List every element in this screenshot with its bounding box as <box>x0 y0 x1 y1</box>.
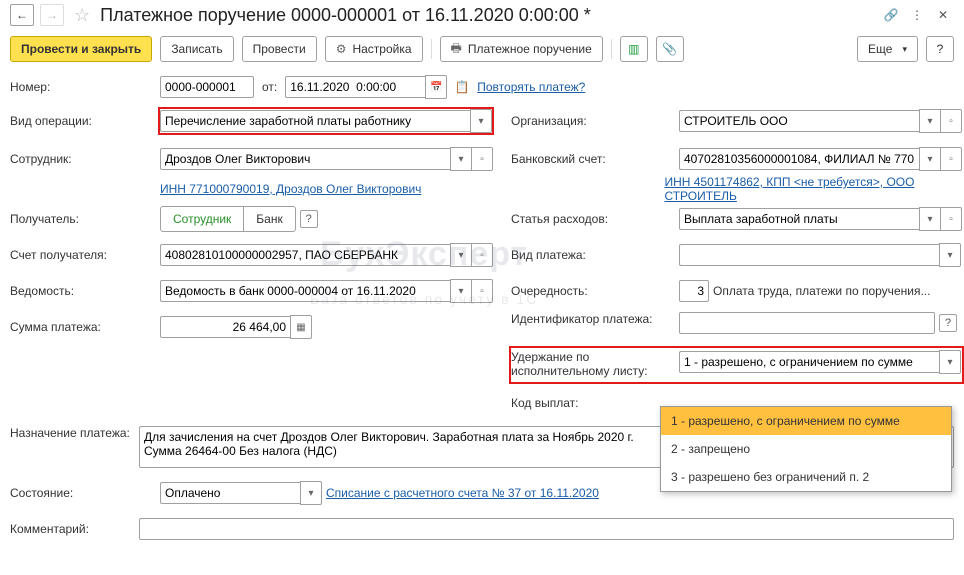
page-title: Платежное поручение 0000-000001 от 16.11… <box>100 5 874 26</box>
open-icon[interactable]: ▫ <box>941 207 962 231</box>
chevron-down-icon[interactable]: ▾ <box>939 243 961 267</box>
chevron-down-icon[interactable]: ▾ <box>450 279 472 303</box>
post-button[interactable]: Провести <box>242 36 317 62</box>
pay-type-label: Вид платежа: <box>511 248 679 262</box>
chevron-down-icon[interactable]: ▾ <box>919 109 941 133</box>
date-input[interactable] <box>285 76 425 98</box>
state-link[interactable]: Списание с расчетного счета № 37 от 16.1… <box>326 486 599 500</box>
toggle-bank[interactable]: Банк <box>243 207 294 231</box>
gear-icon: ⚙ <box>336 42 347 56</box>
attachment-button[interactable]: 📎 <box>656 36 684 62</box>
expense-label: Статья расходов: <box>511 212 679 226</box>
writ-label: Удержание по исполнительному листу: <box>511 350 679 378</box>
help-button[interactable]: ? <box>926 36 954 62</box>
state-label: Состояние: <box>10 486 160 500</box>
more-button[interactable]: Еще▾ <box>857 36 918 62</box>
operation-type-label: Вид операции: <box>10 114 160 128</box>
settings-button[interactable]: ⚙Настройка <box>325 36 423 62</box>
nav-forward-button[interactable]: → <box>40 4 64 26</box>
help-icon[interactable]: ? <box>939 314 957 332</box>
inn-left-link[interactable]: ИНН 771000790019, Дроздов Олег Викторови… <box>160 182 421 196</box>
rec-account-input[interactable] <box>160 244 450 266</box>
help-icon[interactable]: ? <box>300 210 318 228</box>
close-icon[interactable]: ✕ <box>932 5 954 25</box>
comment-input[interactable] <box>139 518 954 540</box>
repeat-payment-link[interactable]: Повторять платеж? <box>477 80 585 94</box>
recipient-toggle[interactable]: Сотрудник Банк <box>160 206 296 232</box>
employee-label: Сотрудник: <box>10 152 160 166</box>
priority-desc: Оплата труда, платежи по поручения... <box>713 284 930 298</box>
open-icon[interactable]: ▫ <box>941 147 962 171</box>
save-button[interactable]: Записать <box>160 36 233 62</box>
from-label: от: <box>258 80 281 94</box>
recipient-label: Получатель: <box>10 212 160 226</box>
chevron-down-icon[interactable]: ▾ <box>919 207 941 231</box>
post-close-button[interactable]: Провести и закрыть <box>10 36 152 62</box>
open-icon[interactable]: ▫ <box>472 147 493 171</box>
printer-icon: 🖶 <box>451 39 462 60</box>
inn-right-link[interactable]: ИНН 4501174862, КПП <не требуется>, ООО … <box>664 175 962 203</box>
operation-type-field[interactable]: ▾ <box>160 109 492 133</box>
amount-input[interactable] <box>160 316 290 338</box>
related-button[interactable]: ▥ <box>620 36 648 62</box>
pay-type-input[interactable] <box>679 244 939 266</box>
open-icon[interactable]: ▫ <box>472 243 493 267</box>
comment-label: Комментарий: <box>10 522 139 536</box>
priority-label: Очередность: <box>511 284 679 298</box>
amount-label: Сумма платежа: <box>10 320 160 334</box>
open-icon[interactable]: ▫ <box>472 279 493 303</box>
statement-label: Ведомость: <box>10 284 160 298</box>
org-label: Организация: <box>511 114 679 128</box>
writ-input[interactable] <box>679 351 939 373</box>
kebab-icon[interactable]: ⋮ <box>906 5 928 25</box>
dropdown-option[interactable]: 1 - разрешено, с ограничением по сумме <box>661 407 951 435</box>
chevron-down-icon[interactable]: ▾ <box>919 147 941 171</box>
calculator-icon[interactable]: ▦ <box>290 315 312 339</box>
chevron-down-icon[interactable]: ▾ <box>939 350 961 374</box>
bank-account-label: Банковский счет: <box>511 152 679 166</box>
state-input[interactable] <box>160 482 300 504</box>
writ-dropdown[interactable]: 1 - разрешено, с ограничением по сумме 2… <box>660 406 952 492</box>
statement-input[interactable] <box>160 280 450 302</box>
print-button[interactable]: 🖶Платежное поручение <box>440 36 603 62</box>
calendar-icon[interactable]: 📅 <box>425 75 447 99</box>
pay-ident-label: Идентификатор платежа: <box>511 312 679 326</box>
dropdown-option[interactable]: 2 - запрещено <box>661 435 951 463</box>
chevron-down-icon[interactable]: ▾ <box>300 481 322 505</box>
bank-account-input[interactable] <box>679 148 919 170</box>
employee-input[interactable] <box>160 148 450 170</box>
calendar-selector-icon[interactable]: 📋 <box>451 77 473 97</box>
priority-input[interactable] <box>679 280 709 302</box>
number-label: Номер: <box>10 80 160 94</box>
link-icon[interactable]: 🔗 <box>880 5 902 25</box>
number-input[interactable] <box>160 76 254 98</box>
dropdown-option[interactable]: 3 - разрешено без ограничений п. 2 <box>661 463 951 491</box>
open-icon[interactable]: ▫ <box>941 109 962 133</box>
rec-account-label: Счет получателя: <box>10 248 160 262</box>
pay-ident-input[interactable] <box>679 312 935 334</box>
purpose-label: Назначение платежа: <box>10 426 139 440</box>
expense-input[interactable] <box>679 208 919 230</box>
nav-back-button[interactable]: ← <box>10 4 34 26</box>
org-input[interactable] <box>679 110 919 132</box>
chevron-down-icon[interactable]: ▾ <box>470 109 492 133</box>
chevron-down-icon[interactable]: ▾ <box>450 147 472 171</box>
toggle-employee[interactable]: Сотрудник <box>161 207 243 231</box>
chevron-down-icon[interactable]: ▾ <box>450 243 472 267</box>
pay-code-label: Код выплат: <box>511 396 679 410</box>
operation-type-input[interactable] <box>160 110 470 132</box>
favorite-icon[interactable]: ☆ <box>70 5 94 26</box>
